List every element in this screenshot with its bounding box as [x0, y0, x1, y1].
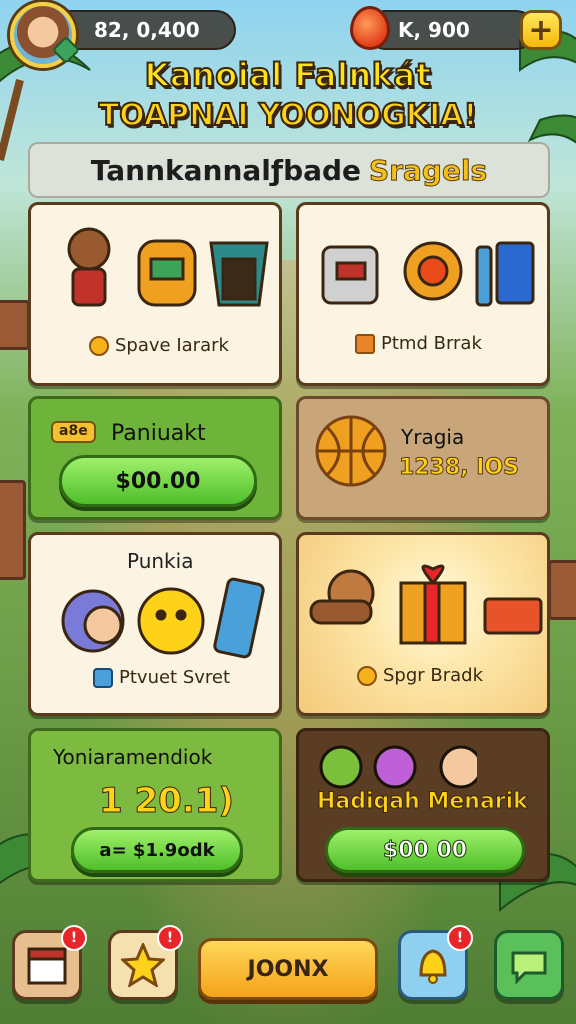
gem-counter[interactable]: K, 900	[366, 10, 536, 50]
shop-card-pets[interactable]: Punkia Ptvuet Svret	[28, 532, 282, 716]
notification-badge: !	[157, 925, 183, 951]
screen-title: Kanoial Falnkát	[144, 55, 432, 95]
card-label: Spgr Bradk	[357, 665, 483, 686]
shop-card-item-pack[interactable]: Ptmd Brrak	[296, 202, 550, 386]
notification-badge: !	[61, 925, 87, 951]
chat-nav-button[interactable]	[494, 930, 564, 1000]
buy-button[interactable]: $00.00	[59, 455, 257, 507]
banner-highlight: Sragels	[369, 153, 488, 187]
coin-icon	[357, 666, 377, 686]
card-label: Ptvuet Svret	[93, 667, 230, 688]
shop-card-purchase[interactable]: a8e Paniuakt $00.00	[28, 396, 282, 520]
buy-bundle-button[interactable]: a= $1.9odk	[71, 827, 243, 873]
card-title: Yoniaramendiok	[53, 745, 213, 769]
section-banner: Tannkannalƒbade Sragels	[28, 142, 550, 198]
card-title: Hadiqah Menarik	[317, 789, 529, 815]
plus-icon: +	[528, 12, 554, 48]
card-value: 1238, IOS	[399, 455, 520, 481]
character-pack-art	[67, 227, 269, 307]
gem-amount: K, 900	[398, 18, 470, 42]
basketball-icon	[315, 415, 387, 487]
screen-subtitle: TOAPNAI YOONOGKIA!	[98, 97, 479, 134]
card-value: 1 20.1)	[99, 781, 235, 822]
box-icon	[355, 334, 375, 354]
card-title: Punkia	[127, 549, 194, 573]
main-action-button[interactable]: JOONX	[198, 938, 378, 1000]
card-title: Yragia	[401, 425, 465, 449]
rewards-nav-button[interactable]: !	[108, 925, 183, 1000]
notification-badge: !	[447, 925, 473, 951]
card-label: Ptmd Brrak	[355, 333, 482, 354]
shop-card-ball[interactable]: Yragia 1238, IOS	[296, 396, 550, 520]
shop-card-special-gift[interactable]: Hadiqah Menarik $00 00	[296, 728, 550, 882]
star-icon	[121, 943, 165, 987]
shop-card-gift[interactable]: Spgr Bradk	[296, 532, 550, 716]
bell-icon	[419, 949, 447, 984]
buy-gift-button[interactable]: $00 00	[325, 827, 525, 873]
add-currency-button[interactable]: +	[520, 10, 562, 50]
coin-amount: 82, 0,400	[94, 18, 200, 42]
coin-icon	[89, 336, 109, 356]
notifications-nav-button[interactable]: !	[398, 925, 473, 1000]
shop-card-character-pack[interactable]: Spave Iarark	[28, 202, 282, 386]
card-title: Paniuakt	[111, 421, 206, 446]
player-avatar-icon[interactable]	[10, 2, 81, 68]
ruby-gem-icon	[350, 6, 390, 50]
gift-bundle-art	[309, 564, 543, 645]
pets-art	[61, 577, 265, 659]
card-label: Spave Iarark	[89, 335, 229, 356]
item-pack-art	[321, 241, 535, 307]
store-nav-button[interactable]: !	[12, 925, 87, 1000]
price-tag-badge: a8e	[51, 421, 96, 443]
chat-icon	[511, 951, 547, 985]
store-icon	[27, 947, 67, 985]
banner-text: Tannkannalƒbade	[90, 153, 362, 187]
characters-art	[319, 745, 477, 789]
cube-icon	[93, 668, 113, 688]
shop-card-bundle-offer[interactable]: Yoniaramendiok 1 20.1) a= $1.9odk	[28, 728, 282, 882]
